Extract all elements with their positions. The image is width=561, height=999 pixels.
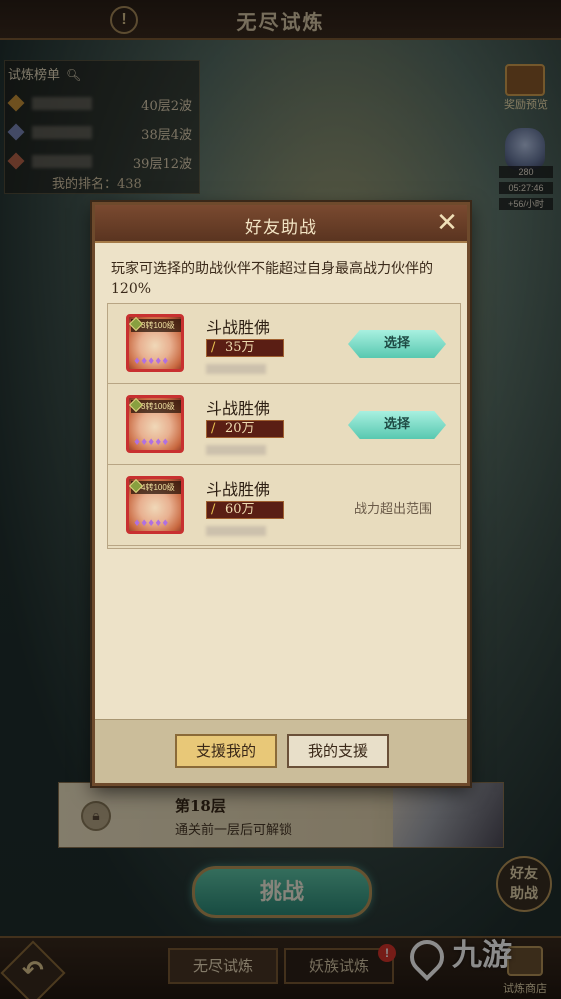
list-item: 3转100级 ♦♦♦♦♦ 斗战胜佛 ∕ 20万 选择 — [108, 385, 460, 465]
select-label: 选择 — [383, 417, 410, 432]
partner-name: 斗战胜佛 — [206, 318, 271, 337]
partner-portrait[interactable]: 4转100级 ♦♦♦♦♦ — [126, 476, 184, 534]
assist-notice: 玩家可选择的助战伙伴不能超过自身最高战力伙伴的120% — [111, 261, 433, 297]
over-range-label: 战力超出范围 — [354, 502, 433, 517]
star-icons: ♦♦♦♦♦ — [133, 357, 169, 367]
power-badge: ∕ 20万 — [206, 420, 284, 438]
select-button[interactable]: 选择 — [348, 411, 446, 439]
owner-name-blurred — [206, 364, 266, 374]
friend-assist-dialog: 好友助战 ✕ 玩家可选择的助战伙伴不能超过自身最高战力伙伴的120% 3转100… — [92, 202, 470, 786]
tab-support-me[interactable]: 支援我的 — [175, 734, 277, 768]
list-item: 3转100级 ♦♦♦♦♦ 斗战胜佛 ∕ 35万 选择 — [108, 304, 460, 384]
dialog-header: 好友助战 ✕ — [95, 205, 467, 243]
power-badge: ∕ 35万 — [206, 339, 284, 357]
power-value: 60万 — [225, 502, 255, 517]
partner-name: 斗战胜佛 — [206, 399, 271, 418]
power-value: 35万 — [225, 340, 255, 355]
partner-portrait[interactable]: 3转100级 ♦♦♦♦♦ — [126, 395, 184, 453]
assist-list: 3转100级 ♦♦♦♦♦ 斗战胜佛 ∕ 35万 选择 3转100级 ♦♦♦♦♦ 斗… — [107, 303, 461, 549]
close-icon[interactable]: ✕ — [433, 210, 461, 238]
owner-name-blurred — [206, 526, 266, 536]
select-button[interactable]: 选择 — [348, 330, 446, 358]
power-value: 20万 — [225, 421, 255, 436]
power-badge: ∕ 60万 — [206, 501, 284, 519]
power-icon: ∕ — [211, 340, 216, 355]
select-label: 选择 — [383, 336, 410, 351]
partner-portrait[interactable]: 3转100级 ♦♦♦♦♦ — [126, 314, 184, 372]
power-icon: ∕ — [211, 421, 216, 436]
owner-name-blurred — [206, 445, 266, 455]
dialog-title: 好友助战 — [245, 218, 317, 238]
list-item: 4转100级 ♦♦♦♦♦ 斗战胜佛 ∕ 60万 战力超出范围 — [108, 466, 460, 546]
star-icons: ♦♦♦♦♦ — [133, 438, 169, 448]
star-icons: ♦♦♦♦♦ — [133, 519, 169, 529]
dialog-tab-bar: 支援我的 我的支援 — [95, 719, 467, 783]
partner-name: 斗战胜佛 — [206, 480, 271, 499]
tab-my-support[interactable]: 我的支援 — [287, 734, 389, 768]
power-icon: ∕ — [211, 502, 216, 517]
